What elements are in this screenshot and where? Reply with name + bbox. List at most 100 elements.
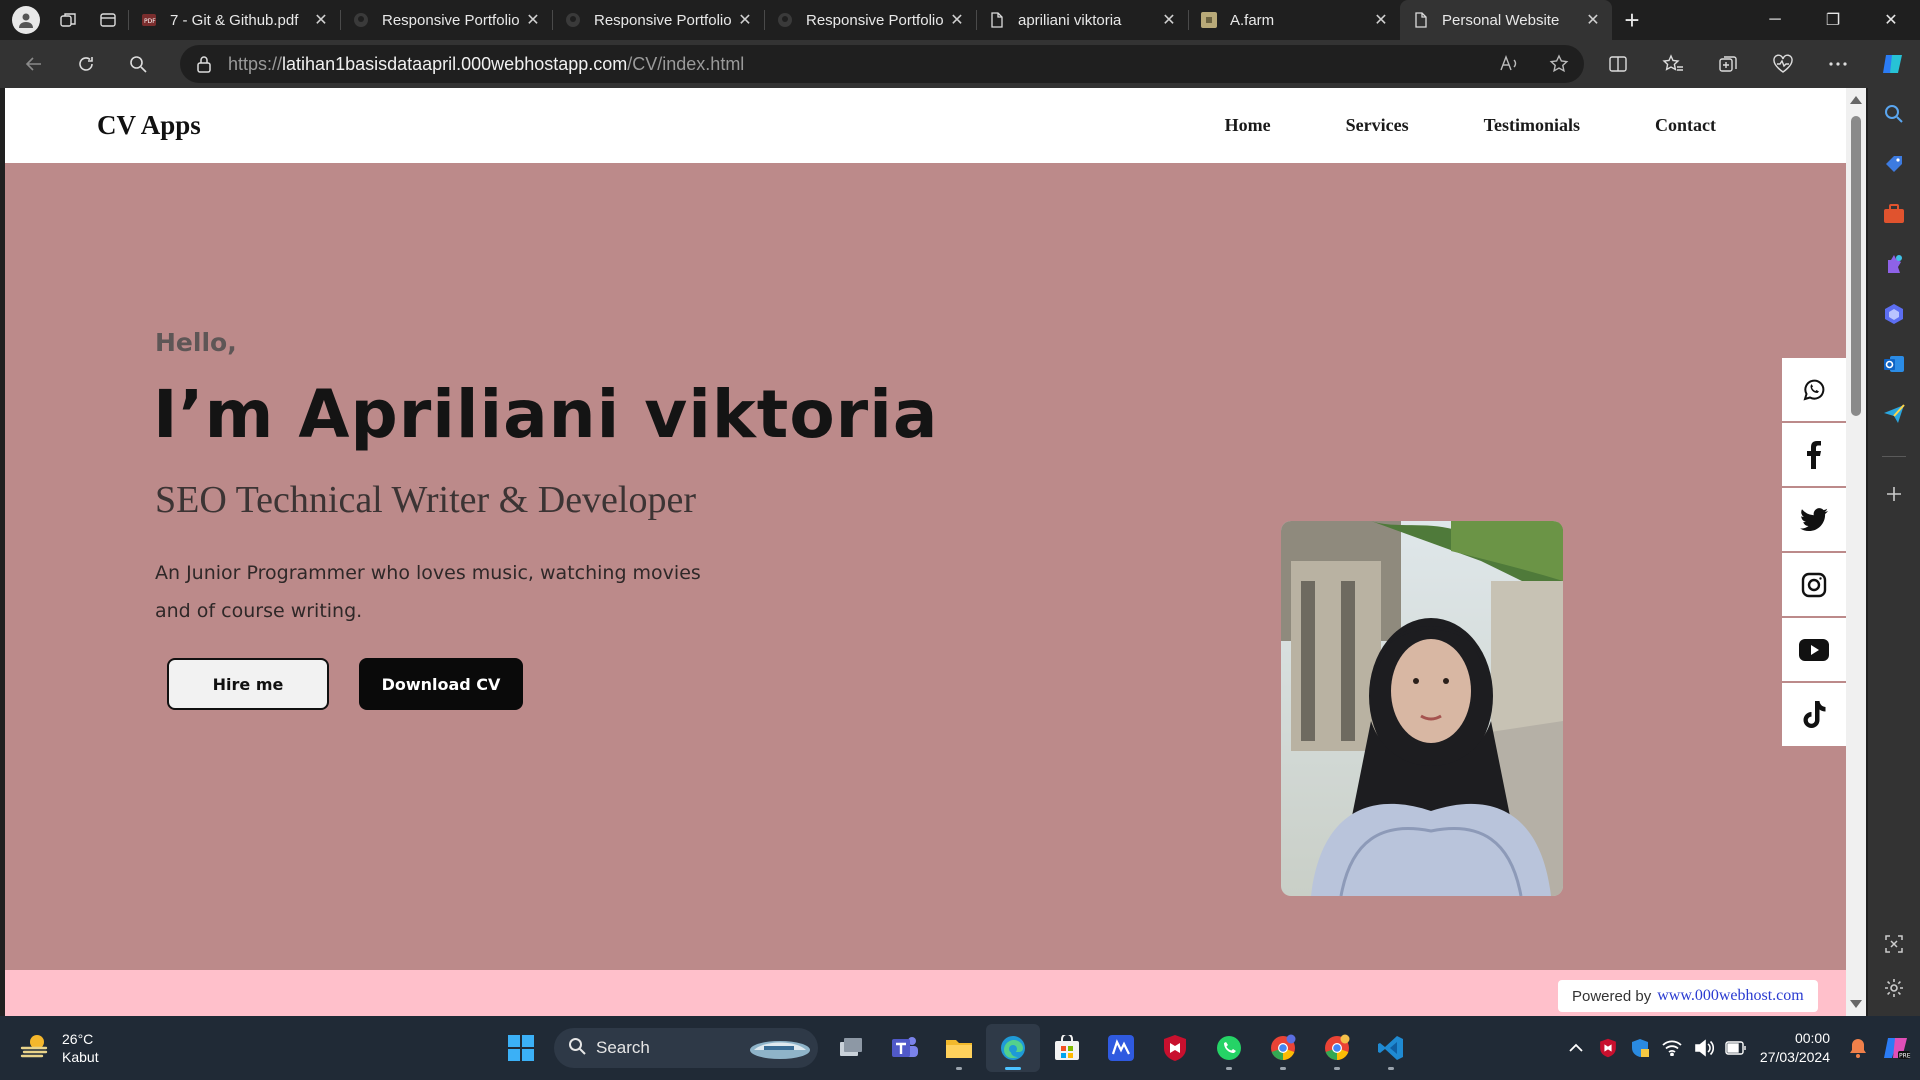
scroll-up-icon[interactable] bbox=[1850, 96, 1862, 104]
tab-item[interactable]: Responsive Portfolio ✕ bbox=[552, 0, 764, 40]
wifi-icon[interactable] bbox=[1656, 1040, 1688, 1056]
split-screen-icon[interactable] bbox=[1590, 44, 1645, 84]
markdown-editor-icon[interactable] bbox=[1094, 1024, 1148, 1072]
notification-bell-icon[interactable] bbox=[1842, 1038, 1874, 1058]
search-icon[interactable] bbox=[112, 44, 164, 84]
windows-taskbar: 26°C Kabut Search 00:00 27/03/2024 PRE bbox=[0, 1016, 1920, 1080]
tab-item[interactable]: Responsive Portfolio ✕ bbox=[340, 0, 552, 40]
security-shield-icon[interactable] bbox=[1624, 1038, 1656, 1058]
tab-close-icon[interactable]: ✕ bbox=[948, 10, 966, 30]
battery-icon[interactable] bbox=[1720, 1041, 1752, 1055]
hire-me-button[interactable]: Hire me bbox=[167, 658, 329, 710]
weather-hazy-icon bbox=[20, 1032, 50, 1065]
sidebar-settings-icon[interactable] bbox=[1878, 972, 1910, 1004]
url-host: latihan1basisdataapril.000webhostapp.com bbox=[282, 53, 628, 74]
favorites-icon[interactable] bbox=[1645, 44, 1700, 84]
nav-contact-link[interactable]: Contact bbox=[1655, 115, 1716, 136]
workspaces-icon[interactable] bbox=[48, 0, 88, 40]
instagram-icon[interactable] bbox=[1782, 553, 1846, 616]
mcafee-tray-icon[interactable] bbox=[1592, 1038, 1624, 1058]
address-bar[interactable]: https://latihan1basisdataapril.000webhos… bbox=[180, 45, 1584, 83]
page-scrollbar[interactable] bbox=[1846, 88, 1866, 1016]
nav-services-link[interactable]: Services bbox=[1346, 115, 1409, 136]
sidebar-copilot-apps-icon[interactable] bbox=[1878, 298, 1910, 330]
chrome-icon[interactable] bbox=[1310, 1024, 1364, 1072]
tab-close-icon[interactable]: ✕ bbox=[524, 10, 542, 30]
tab-close-icon[interactable]: ✕ bbox=[312, 10, 330, 30]
youtube-icon[interactable] bbox=[1782, 618, 1846, 681]
tab-close-icon[interactable]: ✕ bbox=[1372, 10, 1390, 30]
profile-avatar-icon[interactable] bbox=[12, 6, 40, 34]
lock-icon[interactable] bbox=[180, 55, 228, 73]
scroll-down-icon[interactable] bbox=[1850, 1000, 1862, 1008]
edge-browser-icon[interactable] bbox=[986, 1024, 1040, 1072]
chevron-up-icon[interactable] bbox=[1560, 1043, 1592, 1053]
url-text[interactable]: https://latihan1basisdataapril.000webhos… bbox=[228, 54, 1484, 75]
tab-item[interactable]: Responsive Portfolio ✕ bbox=[764, 0, 976, 40]
back-icon[interactable] bbox=[8, 44, 60, 84]
scrollbar-thumb[interactable] bbox=[1851, 116, 1861, 416]
close-window-icon[interactable]: ✕ bbox=[1862, 0, 1920, 40]
vertical-tabs-icon[interactable] bbox=[88, 0, 128, 40]
svg-text:PDF: PDF bbox=[144, 18, 156, 25]
new-tab-button[interactable]: + bbox=[1612, 0, 1652, 40]
sidebar-screenshot-icon[interactable] bbox=[1878, 928, 1910, 960]
webhost-badge[interactable]: Powered by www.000webhost.com bbox=[1558, 980, 1818, 1012]
chrome-profile-icon[interactable] bbox=[1256, 1024, 1310, 1072]
farm-favicon bbox=[1200, 11, 1218, 29]
nav-home-link[interactable]: Home bbox=[1225, 115, 1271, 136]
sidebar-shopping-icon[interactable] bbox=[1878, 148, 1910, 180]
sidebar-send-icon[interactable] bbox=[1878, 398, 1910, 430]
whatsapp-app-icon[interactable] bbox=[1202, 1024, 1256, 1072]
sidebar-games-icon[interactable] bbox=[1878, 248, 1910, 280]
profile-photo bbox=[1281, 521, 1563, 896]
favorite-star-icon[interactable] bbox=[1534, 54, 1584, 74]
teams-icon[interactable] bbox=[878, 1024, 932, 1072]
microsoft-store-icon[interactable] bbox=[1040, 1024, 1094, 1072]
start-windows-icon[interactable] bbox=[494, 1024, 548, 1072]
read-aloud-icon[interactable] bbox=[1484, 54, 1534, 74]
webhost-link[interactable]: www.000webhost.com bbox=[1657, 987, 1804, 1005]
tab-item-active[interactable]: Personal Website ✕ bbox=[1400, 0, 1612, 40]
tab-close-icon[interactable]: ✕ bbox=[1160, 10, 1178, 30]
refresh-icon[interactable] bbox=[60, 44, 112, 84]
sidebar-search-icon[interactable] bbox=[1878, 98, 1910, 130]
tiktok-icon[interactable] bbox=[1782, 683, 1846, 746]
taskbar-clock[interactable]: 00:00 27/03/2024 bbox=[1760, 1029, 1830, 1067]
weather-temp: 26°C bbox=[62, 1031, 94, 1047]
twitter-icon[interactable] bbox=[1782, 488, 1846, 551]
taskbar-search[interactable]: Search bbox=[554, 1028, 818, 1068]
copilot-icon[interactable] bbox=[1865, 44, 1920, 84]
tab-close-icon[interactable]: ✕ bbox=[1584, 10, 1602, 30]
tab-item[interactable]: PDF 7 - Git & Github.pdf ✕ bbox=[128, 0, 340, 40]
sidebar-add-icon[interactable] bbox=[1878, 478, 1910, 510]
taskbar-apps: Search bbox=[494, 1024, 1418, 1072]
more-options-icon[interactable] bbox=[1810, 44, 1865, 84]
social-sidebar bbox=[1782, 358, 1846, 748]
mcafee-icon[interactable] bbox=[1148, 1024, 1202, 1072]
tab-close-icon[interactable]: ✕ bbox=[736, 10, 754, 30]
download-cv-button[interactable]: Download CV bbox=[359, 658, 523, 710]
site-brand[interactable]: CV Apps bbox=[97, 110, 201, 141]
site-header: CV Apps Home Services Testimonials Conta… bbox=[5, 88, 1846, 163]
facebook-icon[interactable] bbox=[1782, 423, 1846, 486]
sidebar-outlook-icon[interactable] bbox=[1878, 348, 1910, 380]
tab-title: apriliani viktoria bbox=[1018, 11, 1122, 29]
copilot-tray-icon[interactable]: PRE bbox=[1874, 1035, 1920, 1061]
sidebar-tools-icon[interactable] bbox=[1878, 198, 1910, 230]
weather-widget[interactable]: 26°C Kabut bbox=[20, 1030, 99, 1066]
nav-testimonials-link[interactable]: Testimonials bbox=[1484, 115, 1580, 136]
whatsapp-icon[interactable] bbox=[1782, 358, 1846, 421]
volume-icon[interactable] bbox=[1688, 1039, 1720, 1057]
minimize-icon[interactable]: ─ bbox=[1746, 0, 1804, 40]
file-explorer-icon[interactable] bbox=[932, 1024, 986, 1072]
hero-role: SEO Technical Writer & Developer bbox=[155, 479, 696, 521]
restore-icon[interactable]: ❐ bbox=[1804, 0, 1862, 40]
vscode-icon[interactable] bbox=[1364, 1024, 1418, 1072]
collections-icon[interactable] bbox=[1700, 44, 1755, 84]
tab-item[interactable]: apriliani viktoria ✕ bbox=[976, 0, 1188, 40]
browser-essentials-icon[interactable] bbox=[1755, 44, 1810, 84]
task-view-icon[interactable] bbox=[824, 1024, 878, 1072]
tab-item[interactable]: A.farm ✕ bbox=[1188, 0, 1400, 40]
search-placeholder: Search bbox=[596, 1038, 650, 1057]
